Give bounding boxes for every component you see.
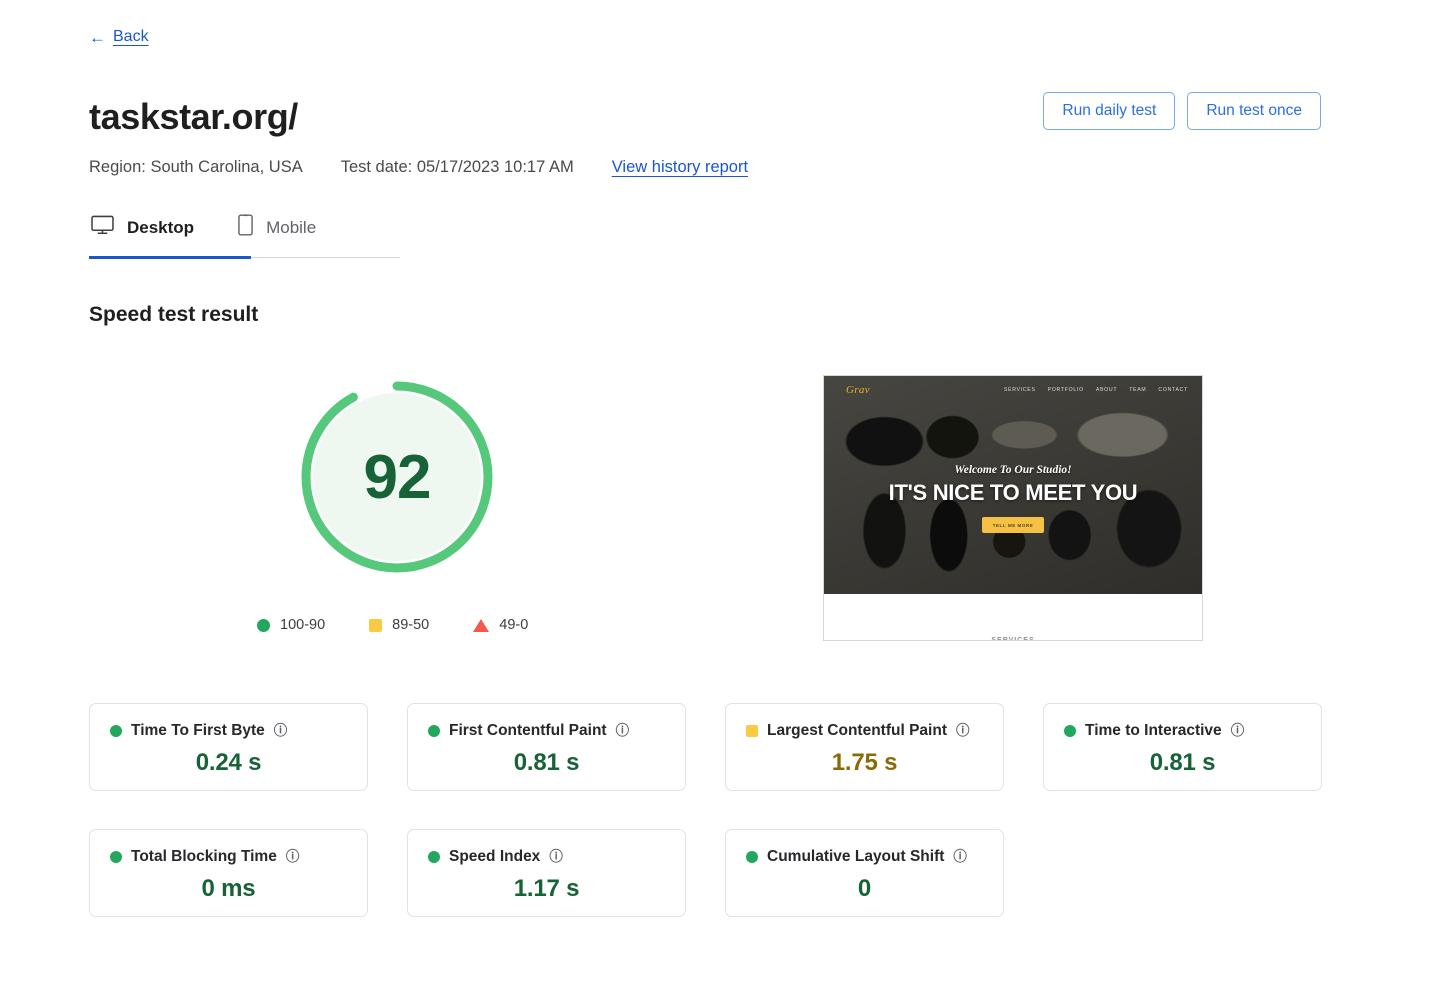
metric-label: Cumulative Layout Shift — [767, 848, 945, 865]
metric-value: 0.81 s — [1149, 749, 1216, 776]
metric-label: Total Blocking Time — [131, 848, 277, 865]
metric-label: Time to Interactive — [1085, 722, 1222, 739]
triangle-icon — [473, 618, 490, 632]
metric-value: 0 ms — [201, 875, 256, 902]
metric-card-speed-index[interactable]: Speed Index ⓘ 1.17 s — [407, 829, 686, 917]
metric-card-header: First Contentful Paint ⓘ — [428, 722, 665, 740]
metric-label: First Contentful Paint — [449, 722, 607, 739]
run-test-once-button[interactable]: Run test once — [1187, 92, 1321, 130]
monitor-icon — [91, 215, 114, 240]
arrow-left-icon: ← — [89, 27, 106, 47]
info-icon[interactable]: ⓘ — [1231, 724, 1245, 738]
metric-card-header: Largest Contentful Paint ⓘ — [746, 722, 983, 740]
status-dot-icon — [428, 851, 440, 863]
metric-card-lcp[interactable]: Largest Contentful Paint ⓘ 1.75 s — [725, 703, 1004, 791]
screenshot-menu: SERVICES PORTFOLIO ABOUT TEAM CONTACT — [1004, 387, 1188, 393]
screenshot-tagline: Welcome To Our Studio! — [954, 464, 1072, 476]
view-history-report-link[interactable]: View history report — [612, 158, 748, 177]
metric-card-header: Time To First Byte ⓘ — [110, 722, 347, 740]
metric-value: 0 — [857, 875, 872, 902]
metric-card-cls[interactable]: Cumulative Layout Shift ⓘ 0 — [725, 829, 1004, 917]
metric-label: Time To First Byte — [131, 722, 265, 739]
metric-card-header: Speed Index ⓘ — [428, 848, 665, 866]
score-legend: 100-90 89-50 49-0 — [257, 617, 528, 633]
info-icon[interactable]: ⓘ — [274, 724, 288, 738]
metric-card-header: Time to Interactive ⓘ — [1064, 722, 1301, 740]
score-gauge: 92 — [297, 377, 497, 577]
back-link[interactable]: ← Back — [89, 28, 149, 46]
test-meta-row: Region: South Carolina, USA Test date: 0… — [89, 158, 748, 177]
tab-mobile[interactable]: Mobile — [236, 208, 318, 257]
test-date-label: Test date: 05/17/2023 10:17 AM — [340, 158, 574, 176]
screenshot-menu-item-about: ABOUT — [1095, 387, 1118, 393]
status-dot-icon — [110, 851, 122, 863]
metric-card-header: Cumulative Layout Shift ⓘ — [746, 848, 983, 866]
screenshot-below-fold: SERVICES — [824, 594, 1202, 641]
tab-desktop-label: Desktop — [127, 217, 195, 237]
smartphone-icon — [238, 214, 253, 241]
legend-item-average: 89-50 — [369, 617, 429, 633]
metric-label: Speed Index — [449, 848, 541, 865]
screenshot-cta-button: TELL ME MORE — [982, 517, 1044, 533]
metric-card-fcp[interactable]: First Contentful Paint ⓘ 0.81 s — [407, 703, 686, 791]
test-actions: Run daily test Run test once — [1043, 92, 1321, 130]
back-link-label: Back — [113, 28, 149, 45]
status-square-icon — [746, 725, 758, 737]
info-icon[interactable]: ⓘ — [286, 850, 300, 864]
status-dot-icon — [110, 725, 122, 737]
screenshot-menu-item-portfolio: PORTFOLIO — [1047, 387, 1084, 393]
metric-card-ttfb[interactable]: Time To First Byte ⓘ 0.24 s — [89, 703, 368, 791]
screenshot-menu-item-services: SERVICES — [1003, 387, 1036, 393]
tab-desktop[interactable]: Desktop — [89, 208, 196, 257]
info-icon[interactable]: ⓘ — [616, 724, 630, 738]
status-dot-icon — [1064, 725, 1076, 737]
screenshot-navbar: Grav SERVICES PORTFOLIO ABOUT TEAM CONTA… — [824, 384, 1202, 396]
metric-value: 1.17 s — [513, 875, 580, 902]
legend-item-poor: 49-0 — [473, 617, 528, 633]
metric-value: 0.81 s — [513, 749, 580, 776]
website-screenshot-preview[interactable]: Grav SERVICES PORTFOLIO ABOUT TEAM CONTA… — [823, 375, 1203, 641]
metric-label: Largest Contentful Paint — [767, 722, 947, 739]
screenshot-heading: IT'S NICE TO MEET YOU — [888, 480, 1138, 505]
screenshot-logo: Grav — [846, 384, 870, 396]
device-tabs: Desktop Mobile — [89, 208, 400, 259]
run-daily-test-button[interactable]: Run daily test — [1043, 92, 1176, 130]
metric-card-tbt[interactable]: Total Blocking Time ⓘ 0 ms — [89, 829, 368, 917]
square-icon — [369, 618, 383, 632]
legend-item-good: 100-90 — [257, 617, 325, 633]
status-dot-icon — [428, 725, 440, 737]
screenshot-below-fold-text: SERVICES — [991, 637, 1035, 641]
legend-label-average: 89-50 — [392, 617, 430, 633]
tab-mobile-label: Mobile — [266, 217, 317, 237]
metric-value: 0.24 s — [195, 749, 262, 776]
info-icon[interactable]: ⓘ — [956, 724, 970, 738]
screenshot-hero: Grav SERVICES PORTFOLIO ABOUT TEAM CONTA… — [824, 376, 1202, 594]
region-label: Region: South Carolina, USA — [89, 158, 303, 176]
metric-value: 1.75 s — [831, 749, 898, 776]
score-value: 92 — [363, 442, 432, 512]
status-dot-icon — [746, 851, 758, 863]
active-tab-indicator — [89, 256, 251, 259]
page-title: taskstar.org/ — [89, 96, 298, 137]
metric-card-tti[interactable]: Time to Interactive ⓘ 0.81 s — [1043, 703, 1322, 791]
metric-card-header: Total Blocking Time ⓘ — [110, 848, 347, 866]
info-icon[interactable]: ⓘ — [549, 850, 563, 864]
circle-icon — [257, 618, 270, 632]
screenshot-menu-item-contact: CONTACT — [1158, 387, 1188, 393]
metric-cards: Time To First Byte ⓘ 0.24 s First Conten… — [89, 703, 1322, 917]
legend-label-poor: 49-0 — [499, 617, 529, 633]
screenshot-menu-item-team: TEAM — [1129, 387, 1147, 393]
info-icon[interactable]: ⓘ — [953, 850, 967, 864]
legend-label-good: 100-90 — [280, 617, 326, 633]
section-title: Speed test result — [89, 303, 259, 326]
screenshot-hero-text: Welcome To Our Studio! IT'S NICE TO MEET… — [824, 464, 1202, 533]
speed-test-page: ← Back taskstar.org/ Region: South Carol… — [0, 0, 1440, 993]
